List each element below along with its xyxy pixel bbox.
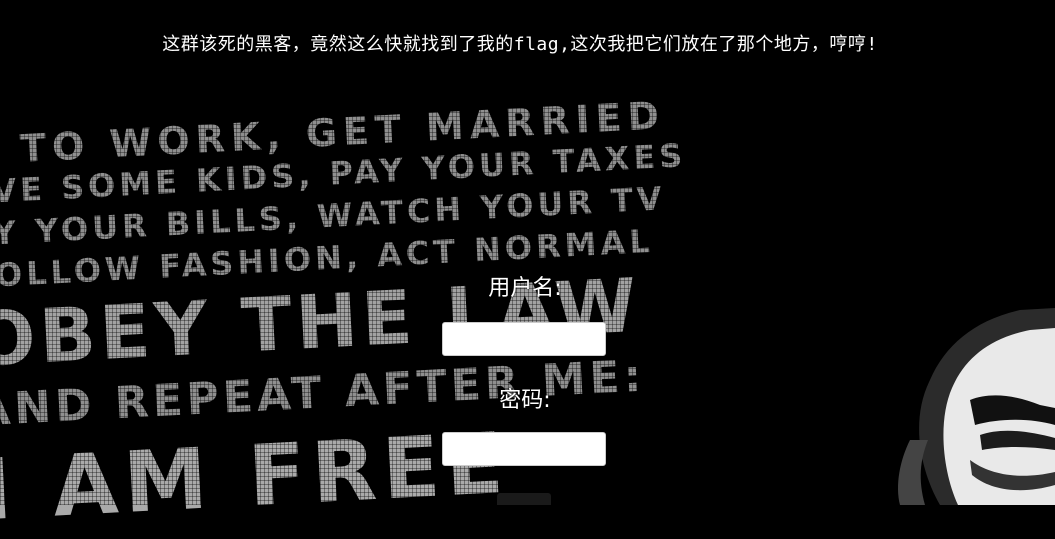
page-header-message: 这群该死的黑客，竟然这么快就找到了我的flag,这次我把它们放在了那个地方，哼哼…: [162, 34, 878, 55]
username-label: 用户名:: [488, 276, 562, 301]
username-input[interactable]: [442, 322, 606, 356]
password-input[interactable]: [442, 432, 606, 466]
guy-fawkes-mask-image: [898, 308, 1055, 505]
submit-button[interactable]: [497, 493, 551, 505]
poster-line: I AM FREE: [0, 413, 512, 539]
password-label: 密码:: [499, 388, 551, 413]
